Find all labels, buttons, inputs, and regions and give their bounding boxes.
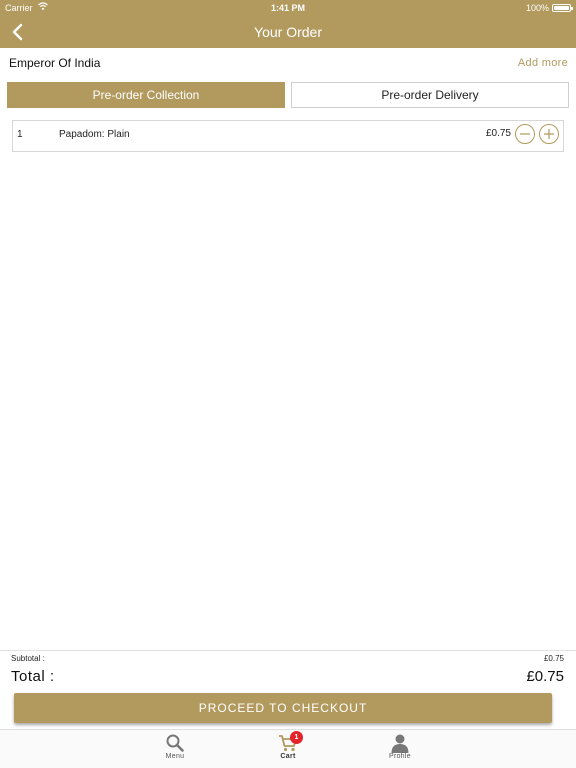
tab-profile-label: Profile	[389, 753, 411, 760]
order-totals: Subtotal : £0.75 Total : £0.75	[0, 650, 576, 690]
restaurant-header: Emperor Of India Add more	[0, 48, 576, 78]
page-title: Your Order	[254, 24, 322, 40]
status-time: 1:41 PM	[270, 3, 305, 13]
add-more-link[interactable]: Add more	[518, 57, 568, 69]
order-item-row: 1 Papadom: Plain £0.75	[12, 120, 564, 152]
order-type-tabs: Pre-order Collection Pre-order Delivery	[7, 82, 569, 108]
user-icon	[391, 734, 409, 753]
subtotal-label: Subtotal :	[11, 654, 45, 663]
restaurant-name: Emperor Of India	[9, 56, 101, 70]
tab-cart[interactable]: 1 Cart	[258, 730, 318, 768]
tab-menu-label: Menu	[165, 753, 185, 760]
item-price: £0.75	[485, 128, 511, 139]
battery-icon	[552, 4, 573, 12]
nav-bar: Your Order	[0, 16, 576, 48]
increase-quantity-button[interactable]	[539, 124, 559, 144]
bottom-tab-bar: Menu 1 Cart Profile	[0, 729, 576, 768]
item-quantity: 1	[17, 129, 23, 140]
proceed-to-checkout-button[interactable]: PROCEED TO CHECKOUT	[14, 693, 552, 723]
tab-menu[interactable]: Menu	[145, 730, 205, 768]
decrease-quantity-button[interactable]	[515, 124, 535, 144]
tab-cart-label: Cart	[280, 753, 296, 760]
total-value: £0.75	[526, 668, 564, 685]
item-name: Papadom: Plain	[59, 129, 130, 140]
status-bar: Carrier 1:41 PM 100%	[0, 0, 576, 16]
top-bar: Carrier 1:41 PM 100% Your Order	[0, 0, 576, 48]
tab-pre-order-delivery[interactable]: Pre-order Delivery	[291, 82, 569, 108]
total-label: Total :	[11, 668, 55, 685]
subtotal-value: £0.75	[543, 654, 564, 663]
search-icon	[166, 734, 184, 752]
plus-icon	[544, 129, 554, 139]
tab-pre-order-collection[interactable]: Pre-order Collection	[7, 82, 285, 108]
cart-count-badge: 1	[290, 731, 303, 744]
tab-profile[interactable]: Profile	[370, 730, 430, 768]
minus-icon	[520, 133, 530, 135]
battery-percent: 100%	[525, 3, 549, 13]
